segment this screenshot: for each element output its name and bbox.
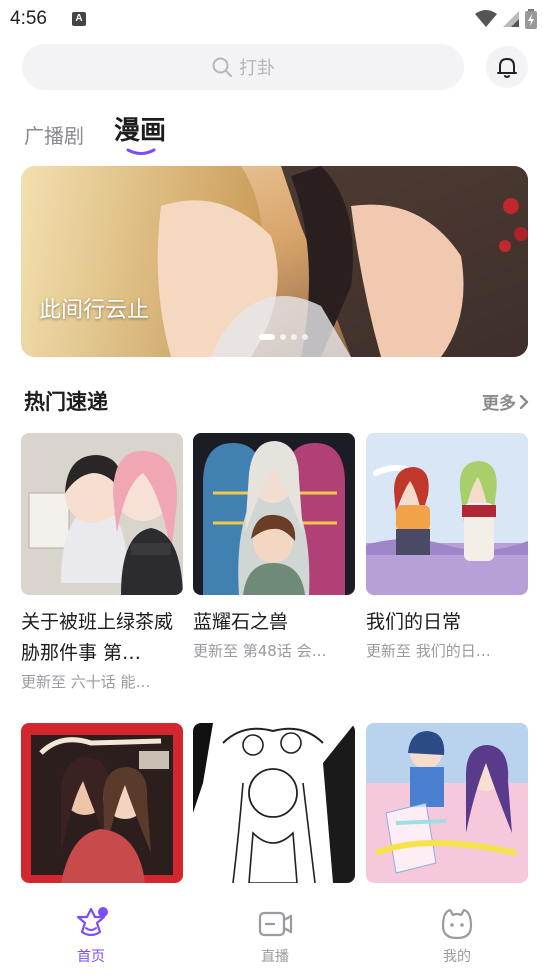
comic-title: 蓝耀石之兽 bbox=[193, 611, 289, 633]
comic-card[interactable]: 我们的日常 更新至 我们的日… bbox=[366, 433, 528, 661]
status-time: 4:56 bbox=[10, 8, 47, 29]
comic-card[interactable] bbox=[193, 723, 355, 883]
nav-home[interactable]: 首页 bbox=[41, 904, 141, 966]
comic-update: 更新至 我们的日… bbox=[366, 642, 491, 660]
comic-cover bbox=[21, 723, 183, 883]
section-title-hot: 热门速递 bbox=[24, 390, 108, 414]
status-bar: 4:56 A bbox=[0, 0, 549, 38]
more-link[interactable]: 更多 bbox=[482, 389, 529, 414]
bottom-nav: 首页 直播 我的 bbox=[0, 890, 549, 976]
search-icon bbox=[212, 57, 232, 77]
comic-title: 关于被班上绿茶威胁那件事 第… bbox=[21, 611, 174, 664]
notifications-button[interactable] bbox=[486, 46, 528, 88]
nav-profile-label: 我的 bbox=[443, 949, 471, 965]
comic-update: 更新至 六十话 能… bbox=[21, 673, 151, 691]
wifi-icon bbox=[475, 10, 497, 27]
comic-cover bbox=[21, 433, 183, 595]
banner-pagination bbox=[259, 334, 308, 340]
banner-dot bbox=[280, 334, 286, 340]
live-video-icon bbox=[258, 911, 293, 937]
nav-live-label: 直播 bbox=[261, 949, 289, 965]
nav-home-label: 首页 bbox=[77, 949, 105, 965]
nav-live[interactable]: 直播 bbox=[225, 904, 325, 966]
notification-a-icon: A bbox=[72, 12, 86, 26]
battery-icon bbox=[525, 9, 537, 29]
comic-card[interactable]: 关于被班上绿茶威胁那件事 第… 更新至 六十话 能… bbox=[21, 433, 183, 692]
banner-artwork bbox=[21, 166, 528, 357]
comic-card[interactable] bbox=[366, 723, 528, 883]
comic-card[interactable] bbox=[21, 723, 183, 883]
status-indicators bbox=[475, 9, 537, 29]
active-tab-indicator bbox=[126, 148, 156, 155]
banner-dot bbox=[302, 334, 308, 340]
more-label: 更多 bbox=[482, 394, 516, 414]
comic-card[interactable]: 蓝耀石之兽 更新至 第48话 会… bbox=[193, 433, 355, 661]
tab-radio-drama[interactable]: 广播剧 bbox=[24, 120, 84, 149]
home-star-icon bbox=[76, 907, 108, 937]
banner-title: 此间行云止 bbox=[39, 298, 150, 323]
chevron-right-icon bbox=[519, 394, 529, 409]
banner-dot bbox=[291, 334, 297, 340]
tab-comic[interactable]: 漫画 bbox=[114, 110, 166, 147]
comic-cover bbox=[366, 723, 528, 883]
comic-cover bbox=[193, 433, 355, 595]
comic-update: 更新至 第48话 会… bbox=[193, 642, 327, 660]
comic-cover bbox=[193, 723, 355, 883]
comic-cover bbox=[366, 433, 528, 595]
bell-icon bbox=[497, 58, 517, 78]
search-bar[interactable]: 打卦 bbox=[22, 44, 464, 90]
comic-title: 我们的日常 bbox=[366, 611, 462, 633]
profile-face-icon bbox=[441, 908, 473, 940]
banner-dot-active bbox=[259, 334, 275, 340]
featured-banner[interactable]: 此间行云止 bbox=[21, 166, 528, 357]
search-placeholder: 打卦 bbox=[239, 58, 275, 79]
signal-icon bbox=[503, 11, 519, 27]
nav-profile[interactable]: 我的 bbox=[407, 904, 507, 966]
